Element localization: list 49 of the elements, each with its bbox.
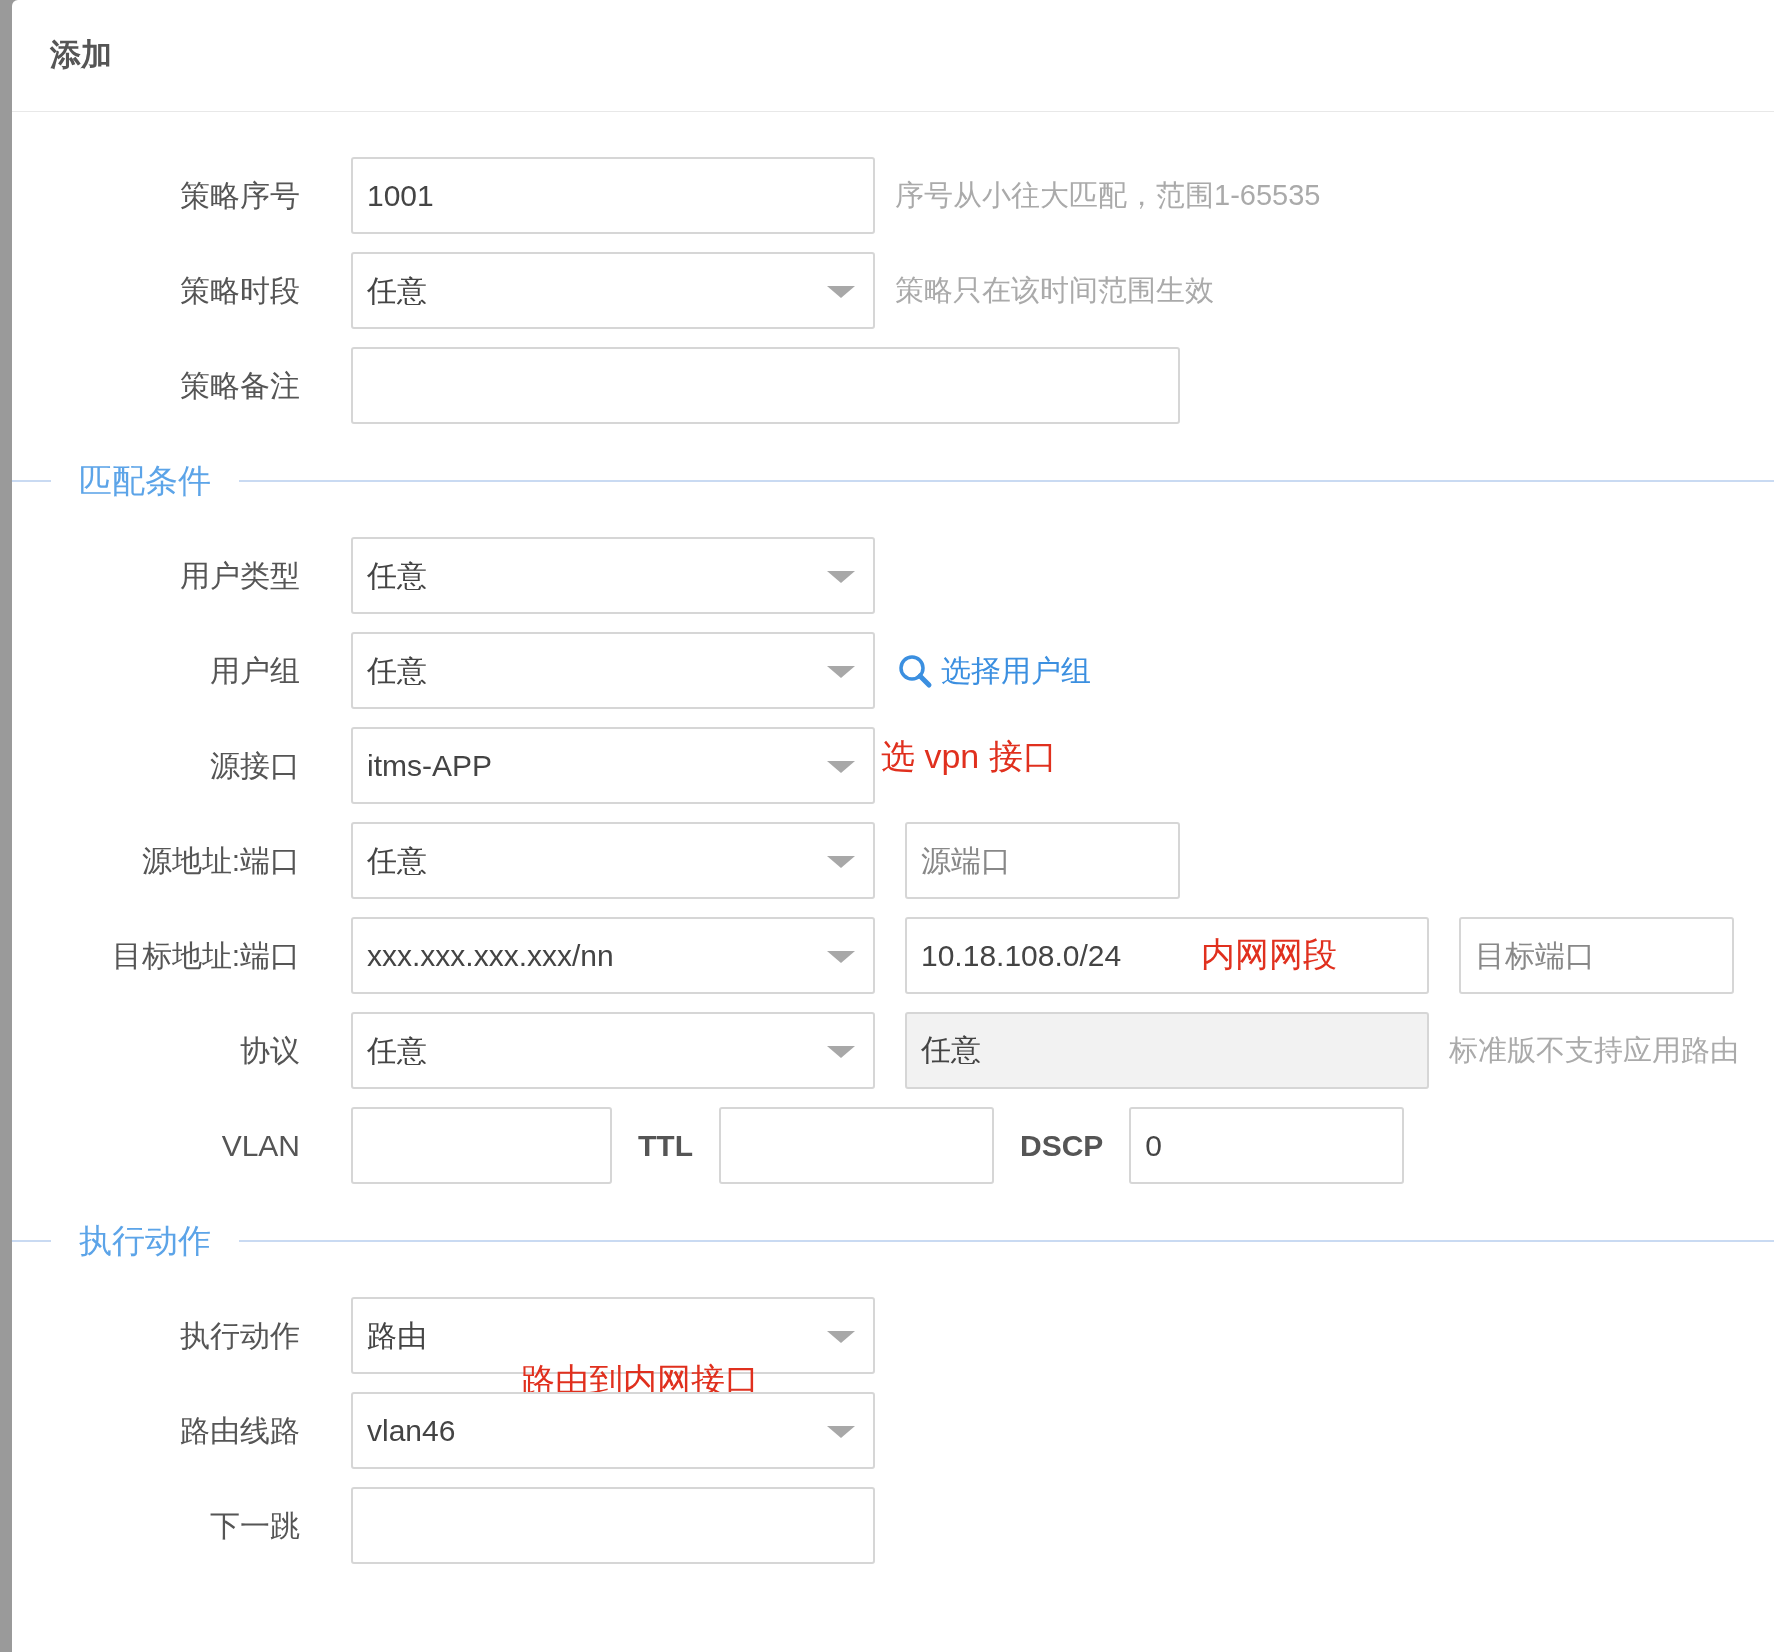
select-field[interactable]: 任意 xyxy=(351,252,875,329)
caret-icon xyxy=(827,1046,855,1058)
input-field[interactable]: 目标端口 xyxy=(1459,917,1734,994)
field-label: 用户组 xyxy=(209,653,300,689)
select-field[interactable]: xxx.xxx.xxx.xxx/nn xyxy=(351,917,875,994)
field-label: 源地址:端口 xyxy=(140,843,300,879)
field-label: VLAN xyxy=(220,1128,300,1164)
annotation-text: 内网网段 xyxy=(1201,937,1337,971)
field-label: TTL xyxy=(638,1128,693,1164)
input-field[interactable] xyxy=(351,1107,612,1184)
caret-icon xyxy=(827,1426,855,1438)
field-label: DSCP xyxy=(1020,1128,1104,1164)
annotation-text: 选 vpn 接口 xyxy=(881,738,1057,773)
caret-icon xyxy=(827,571,855,583)
select-field[interactable]: 任意 xyxy=(351,1012,875,1089)
select-field[interactable]: itms-APP xyxy=(351,727,875,804)
field-label: 策略备注 xyxy=(179,368,300,404)
caret-icon xyxy=(827,666,855,678)
section-heading: 执行动作 xyxy=(79,1220,211,1261)
input-field[interactable]: 0 xyxy=(1129,1107,1405,1184)
caret-icon xyxy=(827,286,855,298)
caret-icon xyxy=(827,856,855,868)
field-label: 源接口 xyxy=(209,748,300,784)
hint-text: 序号从小往大匹配，范围1-65535 xyxy=(895,177,1321,213)
field-label: 执行动作 xyxy=(179,1318,300,1354)
select-field[interactable]: 任意 xyxy=(351,632,875,709)
select-field[interactable]: 任意 xyxy=(351,537,875,614)
input-field[interactable] xyxy=(351,1487,875,1564)
hint-text: 标准版不支持应用路由 xyxy=(1449,1032,1739,1068)
select-field[interactable]: 任意 xyxy=(351,822,875,899)
section-heading: 匹配条件 xyxy=(79,460,211,501)
field-label: 用户类型 xyxy=(179,558,300,594)
input-field[interactable]: 源端口 xyxy=(905,822,1180,899)
field-label: 路由线路 xyxy=(179,1413,300,1449)
input-field[interactable] xyxy=(351,347,1180,424)
field-label: 下一跳 xyxy=(209,1508,300,1544)
select-field[interactable]: vlan46 xyxy=(351,1392,875,1469)
search-icon xyxy=(897,652,933,689)
caret-icon xyxy=(827,1331,855,1343)
field-label: 目标地址:端口 xyxy=(110,938,300,974)
field-label: 协议 xyxy=(239,1033,300,1069)
caret-icon xyxy=(827,761,855,773)
input-field[interactable] xyxy=(719,1107,994,1184)
dialog-title: 添加 xyxy=(50,36,112,75)
field-label: 策略时段 xyxy=(179,273,300,309)
caret-icon xyxy=(827,951,855,963)
hint-text: 策略只在该时间范围生效 xyxy=(895,272,1214,308)
field-label: 策略序号 xyxy=(179,178,300,214)
input-field[interactable]: 1001 xyxy=(351,157,875,234)
